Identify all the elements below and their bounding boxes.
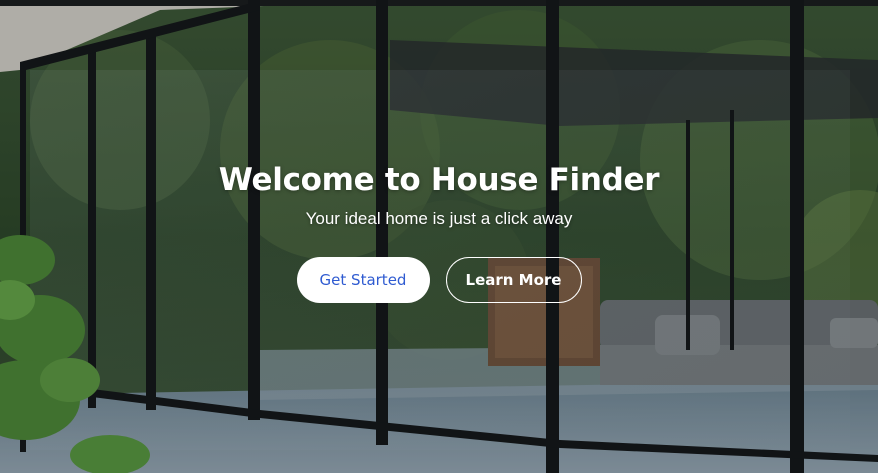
page-title: Welcome to House Finder xyxy=(218,162,660,198)
hero-section: Welcome to House Finder Your ideal home … xyxy=(0,0,878,473)
hero-content: Welcome to House Finder Your ideal home … xyxy=(0,158,878,303)
hero-buttons: Get Started Learn More xyxy=(0,257,878,303)
get-started-button[interactable]: Get Started xyxy=(296,257,430,303)
learn-more-button[interactable]: Learn More xyxy=(445,257,582,303)
hero-subtitle: Your ideal home is just a click away xyxy=(305,209,573,228)
